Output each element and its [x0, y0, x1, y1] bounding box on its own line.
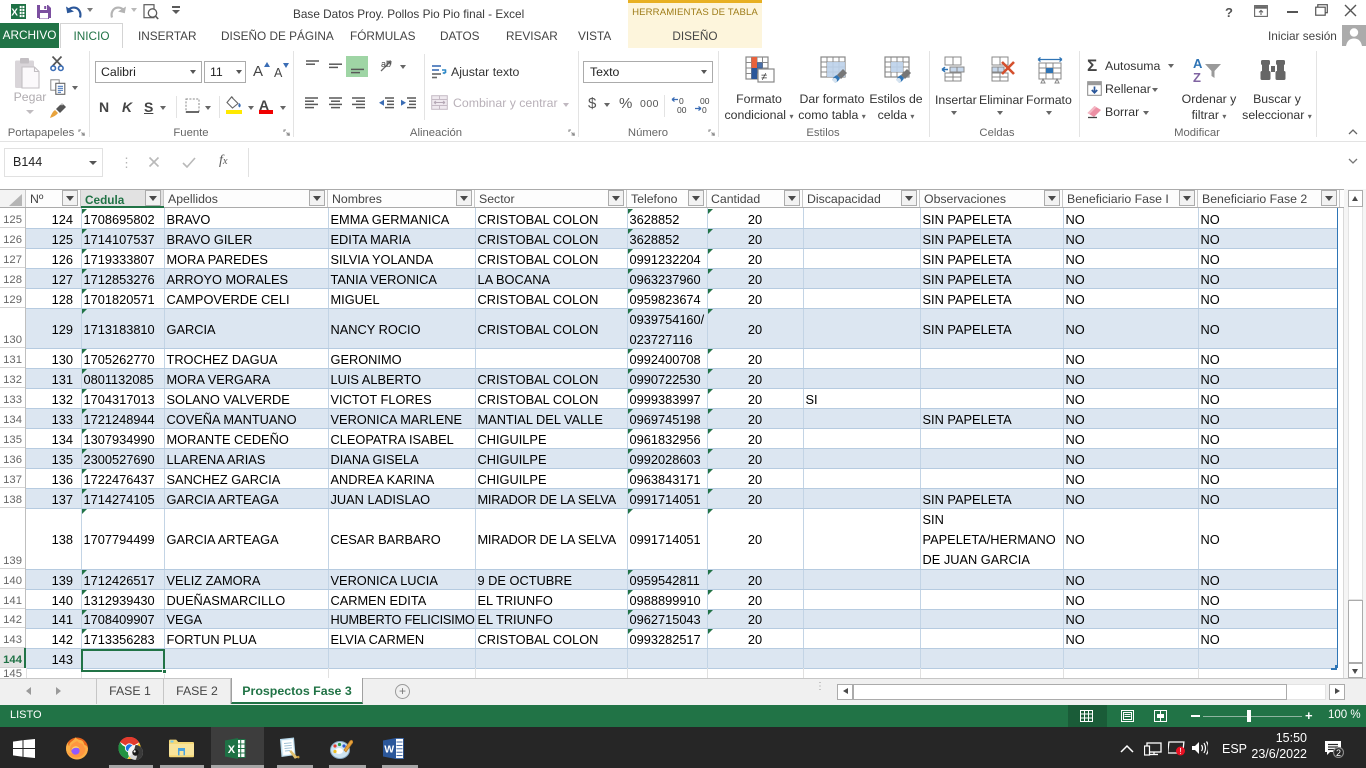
svg-text:ab: ab [381, 59, 391, 69]
svg-text:00: 00 [677, 105, 687, 115]
svg-text:X: X [228, 744, 236, 756]
svg-text:2: 2 [1336, 748, 1341, 758]
svg-text:≠: ≠ [761, 71, 767, 83]
svg-text:Z: Z [1193, 70, 1201, 85]
svg-text:W: W [384, 744, 394, 756]
svg-text:X: X [11, 7, 18, 18]
svg-text:A: A [1193, 56, 1203, 71]
svg-text:!: ! [1179, 747, 1181, 756]
